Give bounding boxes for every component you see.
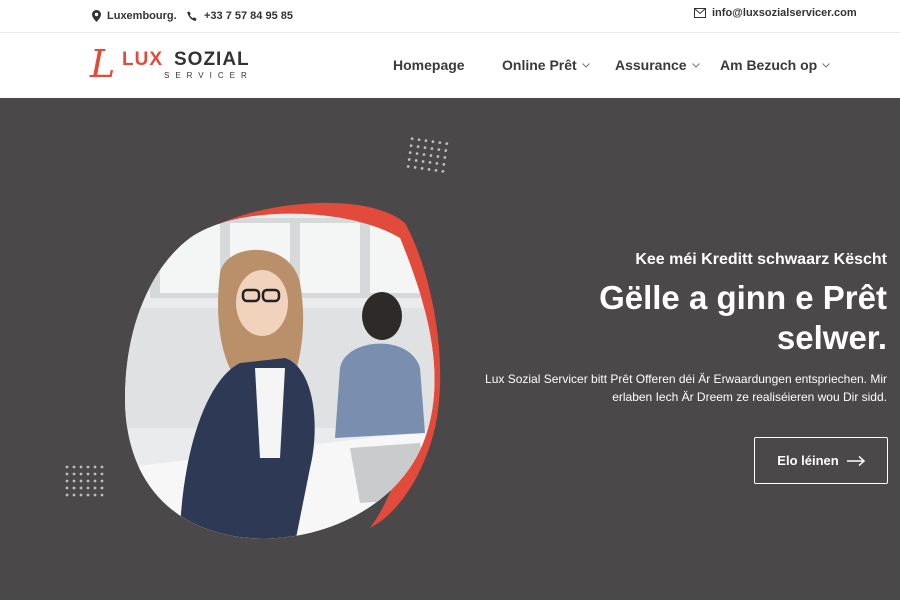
location-info: Luxembourg.: [92, 10, 177, 22]
nav-assurance[interactable]: Assurance: [615, 57, 700, 73]
nav-homepage-label: Homepage: [393, 57, 465, 73]
phone-icon: [187, 11, 197, 21]
chevron-down-icon: [581, 62, 590, 68]
chevron-down-icon: [691, 62, 700, 68]
decorative-dots: [406, 137, 449, 173]
borrow-now-button[interactable]: Elo léinen: [754, 437, 888, 484]
nav-online-pret-label: Online Prêt: [502, 57, 577, 73]
nav-homepage[interactable]: Homepage: [393, 57, 465, 73]
email-info[interactable]: info@luxsozialservicer.com: [694, 7, 857, 19]
top-bar: Luxembourg. +33 7 57 84 95 85 info@luxso…: [0, 0, 900, 33]
logo-mark: L: [90, 42, 116, 86]
logo-brand-lux: LUX: [122, 49, 163, 70]
logo-brand-sozial: SOZIAL: [174, 49, 250, 70]
nav-online-pret[interactable]: Online Prêt: [502, 57, 590, 73]
main-header: L LUX SOZIAL SERVICER Homepage Online Pr…: [0, 33, 900, 98]
hero-description: Lux Sozial Servicer bitt Prêt Offeren dé…: [485, 372, 887, 404]
location-text: Luxembourg.: [107, 10, 177, 22]
phone-info[interactable]: +33 7 57 84 95 85: [187, 10, 293, 22]
site-logo[interactable]: L LUX SOZIAL SERVICER: [90, 42, 260, 86]
nav-am-bezuch-op-label: Am Bezuch op: [720, 57, 818, 73]
chevron-down-icon: [822, 62, 831, 68]
envelope-icon: [694, 8, 706, 18]
borrow-now-label: Elo léinen: [777, 453, 839, 468]
nav-assurance-label: Assurance: [615, 57, 687, 73]
logo-tagline: SERVICER: [164, 71, 253, 80]
phone-text[interactable]: +33 7 57 84 95 85: [204, 10, 293, 22]
hero-photo: [125, 202, 441, 539]
hero-section: Kee méi Kreditt schwaarz Këscht Gëlle a …: [0, 98, 900, 600]
map-pin-icon: [92, 10, 101, 22]
decorative-dots: [65, 465, 104, 497]
email-text[interactable]: info@luxsozialservicer.com: [712, 7, 857, 19]
nav-am-bezuch-op[interactable]: Am Bezuch op: [720, 57, 831, 73]
hero-headline: Gëlle a ginn e Prêt selwer.: [599, 279, 887, 356]
arrow-right-icon: [846, 455, 865, 466]
hero-subheading: Kee méi Kreditt schwaarz Këscht: [635, 251, 887, 268]
